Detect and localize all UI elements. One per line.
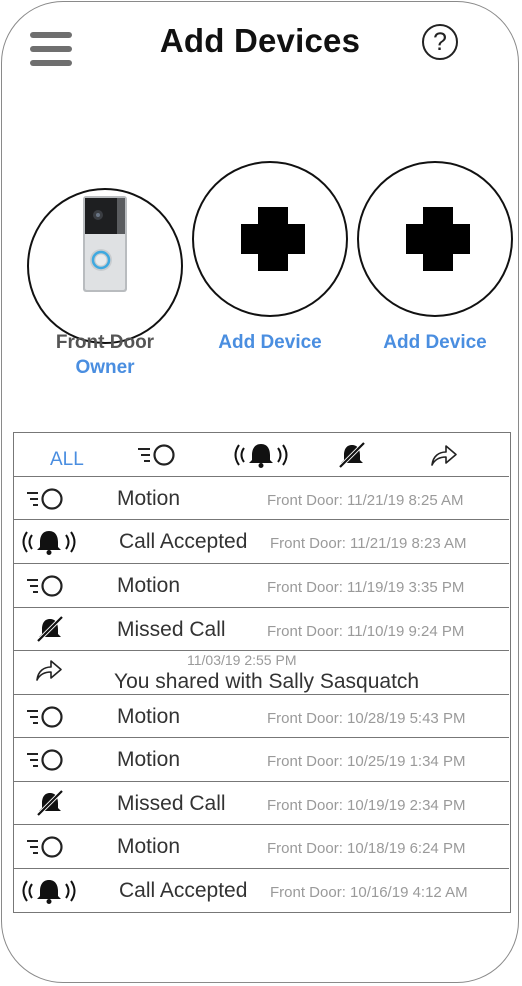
ring-icon bbox=[234, 444, 288, 468]
event-label: Motion bbox=[117, 574, 181, 597]
add-device-label-2[interactable]: Add Device bbox=[357, 332, 513, 354]
event-row[interactable]: Motion Front Door: 10/18/19 6:24 PM bbox=[14, 825, 509, 869]
event-row[interactable]: Motion Front Door: 11/21/19 8:25 AM bbox=[14, 477, 509, 520]
event-row[interactable]: You shared with Sally Sasquatch 11/03/19 … bbox=[14, 651, 509, 695]
plus-icon-bar bbox=[406, 224, 470, 254]
motion-icon bbox=[25, 705, 65, 729]
missed-call-icon bbox=[34, 789, 66, 817]
missed-call-icon bbox=[338, 441, 366, 469]
event-label: Motion bbox=[117, 487, 181, 510]
event-row[interactable]: Motion Front Door: 11/19/19 3:35 PM bbox=[14, 564, 509, 608]
event-label: Missed Call bbox=[117, 792, 226, 815]
event-row[interactable]: Call Accepted Front Door: 10/16/19 4:12 A… bbox=[14, 869, 509, 913]
event-meta: Front Door: 11/19/19 3:35 PM bbox=[267, 579, 465, 596]
motion-icon bbox=[25, 835, 65, 859]
share-icon bbox=[431, 445, 457, 466]
event-list: ALL Motion Front Door: 11/21/19 8:25 AM … bbox=[13, 432, 511, 913]
event-meta: Front Door: 10/18/19 6:24 PM bbox=[267, 840, 466, 857]
event-meta: Front Door: 10/19/19 2:34 PM bbox=[267, 797, 466, 814]
filter-tabs: ALL bbox=[14, 433, 509, 477]
plus-icon-bar bbox=[241, 224, 305, 254]
event-row[interactable]: Motion Front Door: 10/28/19 5:43 PM bbox=[14, 695, 509, 738]
event-row[interactable]: Missed Call Front Door: 10/19/19 2:34 PM bbox=[14, 782, 509, 825]
event-meta: Front Door: 10/25/19 1:34 PM bbox=[267, 753, 466, 770]
add-device-label-1[interactable]: Add Device bbox=[192, 332, 348, 354]
device-name-front-door: Front Door bbox=[55, 332, 155, 353]
event-row[interactable]: Missed Call Front Door: 11/10/19 9:24 PM bbox=[14, 608, 509, 651]
tab-all[interactable]: ALL bbox=[50, 449, 84, 471]
event-label: Missed Call bbox=[117, 618, 226, 641]
event-label: Motion bbox=[117, 705, 181, 728]
help-icon[interactable]: ? bbox=[422, 24, 458, 60]
event-label: Motion bbox=[117, 835, 181, 858]
event-row[interactable]: Motion Front Door: 10/25/19 1:34 PM bbox=[14, 738, 509, 782]
event-meta: 11/03/19 2:55 PM bbox=[187, 652, 297, 668]
motion-icon bbox=[138, 444, 175, 466]
event-row[interactable]: Call Accepted Front Door: 11/21/19 8:23 A… bbox=[14, 520, 509, 564]
add-device-button-2[interactable] bbox=[357, 161, 513, 317]
event-meta: Front Door: 10/28/19 5:43 PM bbox=[267, 710, 466, 727]
event-meta: Front Door: 10/16/19 4:12 AM bbox=[270, 884, 468, 901]
event-label: You shared with Sally Sasquatch bbox=[114, 670, 420, 693]
add-device-button-1[interactable] bbox=[192, 161, 348, 317]
event-meta: Front Door: 11/21/19 8:23 AM bbox=[270, 535, 467, 552]
ring-icon bbox=[17, 528, 81, 556]
event-label: Call Accepted bbox=[119, 879, 248, 902]
motion-icon bbox=[25, 748, 65, 772]
ring-icon bbox=[17, 877, 81, 905]
event-label: Motion bbox=[117, 748, 181, 771]
event-meta: Front Door: 11/10/19 9:24 PM bbox=[267, 623, 465, 640]
share-icon bbox=[34, 657, 64, 683]
phone-frame: Add Devices ? Front Door Owner Add Devic… bbox=[1, 1, 519, 983]
device-front-door[interactable] bbox=[27, 188, 183, 344]
event-meta: Front Door: 11/21/19 8:25 AM bbox=[267, 492, 464, 509]
motion-icon bbox=[25, 487, 65, 511]
doorbell-image bbox=[83, 196, 127, 292]
device-role-owner[interactable]: Owner bbox=[27, 357, 183, 379]
missed-call-icon bbox=[34, 615, 66, 643]
event-label: Call Accepted bbox=[119, 530, 248, 553]
motion-icon bbox=[25, 574, 65, 598]
